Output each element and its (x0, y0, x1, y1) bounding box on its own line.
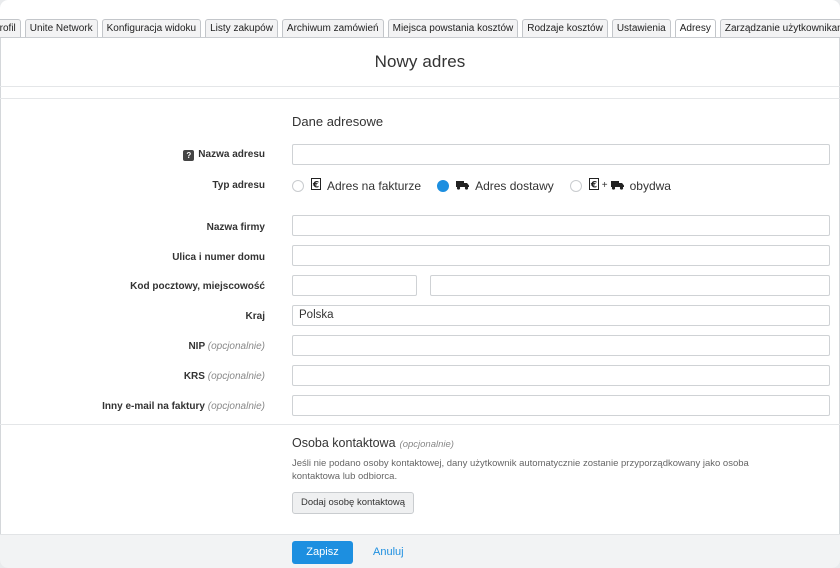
tab-rodzaje-kosztow[interactable]: Rodzaje kosztów (522, 19, 608, 38)
street-label: Ulica i numer domu (172, 252, 265, 263)
form-footer: Zapisz Anuluj (0, 534, 840, 568)
save-button[interactable]: Zapisz (292, 541, 353, 564)
section-title-address: Dane adresowe (292, 114, 384, 129)
contact-title-text: Osoba kontaktowa (292, 436, 396, 450)
truck-icon (456, 179, 470, 193)
help-icon[interactable]: ? (183, 150, 195, 161)
address-type-group: € Adres na fakturze Adres dostawy € + ob… (292, 178, 687, 193)
invoice-email-optional-hint: (opcjonalnie) (207, 401, 265, 412)
address-name-label: ? Nazwa adresu (0, 149, 265, 161)
tab-ustawienia[interactable]: Ustawienia (611, 19, 671, 38)
radio-both[interactable] (569, 179, 582, 192)
krs-label-text: KRS (183, 371, 205, 382)
tab-profil[interactable]: Profil (0, 19, 21, 38)
tab-zarzadzanie-uzytkownikami[interactable]: Zarządzanie użytkownikami (719, 19, 840, 38)
title-divider (0, 86, 840, 87)
radio-option-both[interactable]: € + obydwa (569, 178, 671, 193)
radio-option-invoice[interactable]: € Adres na fakturze (292, 178, 421, 193)
page-title: Nowy adres (374, 52, 466, 71)
tab-bar: ProfilUnite NetworkKonfiguracja widokuLi… (0, 0, 840, 38)
tab-archiwum-zamowien[interactable]: Archiwum zamówień (281, 19, 384, 38)
nip-label: NIP (opcjonalnie) (0, 341, 265, 352)
radio-delivery-label: Adres dostawy (475, 178, 554, 193)
address-type-label: Typ adresu (212, 180, 265, 191)
nip-input[interactable] (292, 335, 830, 356)
postal-code-input[interactable] (292, 275, 417, 296)
radio-delivery[interactable] (437, 179, 450, 192)
plus-sign: + (601, 180, 608, 191)
tab-bar-divider (0, 37, 840, 38)
street-input[interactable] (292, 245, 830, 266)
company-name-input[interactable] (292, 215, 830, 236)
contact-description: Jeśli nie podano osoby kontaktowej, dany… (292, 458, 749, 482)
invoice-icon: € (311, 178, 321, 193)
country-select[interactable]: Polska (292, 305, 830, 326)
radio-invoice[interactable] (292, 179, 304, 192)
tab-listy-zakupow[interactable]: Listy zakupów (205, 19, 278, 38)
address-name-input[interactable] (292, 144, 830, 165)
tab-miejsca-powstania-kosztow[interactable]: Miejsca powstania kosztów (387, 19, 519, 38)
svg-text:€: € (312, 181, 319, 191)
tab-list: ProfilUnite NetworkKonfiguracja widokuLi… (0, 19, 840, 38)
app-window: ProfilUnite NetworkKonfiguracja widokuLi… (0, 0, 840, 568)
invoice-email-label: Inny e-mail na faktury (opcjonalnie) (0, 401, 265, 412)
krs-input[interactable] (292, 365, 830, 386)
tab-unite-network[interactable]: Unite Network (24, 19, 98, 38)
contact-divider (0, 424, 840, 425)
krs-optional-hint: (opcjonalnie) (207, 371, 265, 382)
add-contact-button[interactable]: Dodaj osobę kontaktową (292, 492, 415, 514)
radio-option-delivery[interactable]: Adres dostawy (437, 179, 554, 193)
city-input[interactable] (430, 275, 830, 296)
invoice-icon: € (588, 178, 599, 193)
radio-both-label: obydwa (629, 178, 671, 193)
svg-text:€: € (590, 181, 597, 191)
nip-optional-hint: (opcjonalnie) (207, 341, 265, 352)
tab-konfiguracja-widoku[interactable]: Konfiguracja widoku (101, 19, 202, 38)
country-label: Kraj (245, 311, 265, 322)
tab-adresy[interactable]: Adresy (674, 19, 716, 38)
krs-label: KRS (opcjonalnie) (0, 371, 265, 382)
address-name-label-text: Nazwa adresu (198, 149, 265, 160)
contact-section-title: Osoba kontaktowa (opcjonalnie) (292, 436, 454, 450)
invoice-email-label-text: Inny e-mail na faktury (102, 401, 205, 412)
truck-icon (610, 179, 624, 193)
company-name-label: Nazwa firmy (206, 222, 265, 233)
nip-label-text: NIP (188, 341, 205, 352)
contact-optional-hint: (opcjonalnie) (399, 439, 454, 450)
cancel-link[interactable]: Anuluj (373, 541, 404, 564)
postal-city-label: Kod pocztowy, miejscowość (130, 281, 265, 292)
invoice-email-input[interactable] (292, 395, 830, 416)
form-top-divider (0, 98, 840, 99)
radio-invoice-label: Adres na fakturze (327, 178, 422, 193)
